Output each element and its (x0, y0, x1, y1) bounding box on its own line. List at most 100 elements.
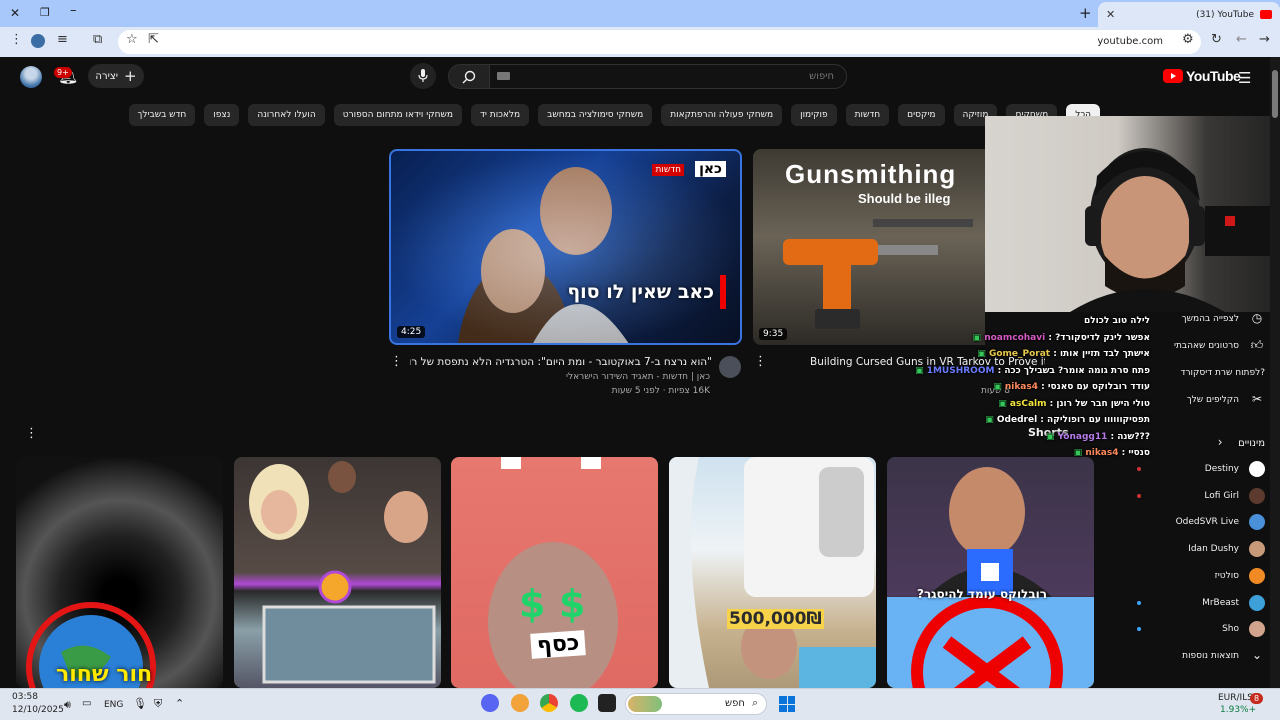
streamer-webcam-art (1070, 148, 1280, 312)
bookmark-star-icon[interactable]: ☆ (126, 32, 138, 47)
media-icon[interactable]: ≡ (57, 32, 68, 47)
avatar[interactable] (20, 66, 42, 88)
chat-badge-icon: ▣ (977, 349, 989, 359)
subscription-item[interactable]: סולטיז (1105, 564, 1265, 588)
video-more-icon[interactable]: ⋮ (390, 354, 403, 369)
chat-separator: : (1118, 448, 1129, 458)
window-close-icon[interactable]: ✕ (10, 6, 20, 20)
chevron-up-icon[interactable]: ⌃ (175, 697, 184, 710)
filter-chip[interactable]: משחקי וידאו מתחום הספורט (333, 104, 462, 126)
plus-icon: + (124, 67, 137, 85)
tab-youtube[interactable]: (31) YouTube ✕ (1098, 2, 1280, 27)
overlay-accent-bar (720, 275, 726, 309)
taskbar-date[interactable]: 12/10/2025 (12, 705, 64, 715)
taskbar-time[interactable]: 03:58 (12, 692, 38, 702)
windows-start-icon[interactable] (779, 696, 795, 712)
video-thumbnail[interactable]: כאן חדשות כאב שאין לו סוף 4:25 (389, 149, 742, 345)
filter-chip[interactable]: מלאכות יד (471, 104, 530, 126)
subscription-item[interactable]: Idan Dushy (1105, 537, 1265, 561)
chat-badge-icon: ▣ (1073, 448, 1086, 458)
forward-icon[interactable]: ← (1236, 32, 1247, 47)
video-title[interactable]: "הוא נרצח ב-7 באוקטובר - ומת היום": הטרג… (410, 356, 712, 368)
profile-icon[interactable] (31, 34, 45, 48)
network-icon[interactable]: ▭ (82, 698, 91, 709)
create-button[interactable]: יצירה + (88, 64, 144, 88)
filter-chip[interactable]: חדש בשבילך (128, 104, 196, 126)
subscription-item[interactable]: Destiny (1105, 457, 1265, 481)
reload-icon[interactable]: ↻ (1211, 32, 1222, 47)
subscription-name: Idan Dushy (1188, 544, 1239, 555)
keyboard-icon[interactable] (497, 72, 510, 80)
short-card[interactable]: רובלוקס עומד להיסגר? (887, 457, 1094, 688)
guide-menu-icon[interactable]: ☰ (1238, 69, 1251, 87)
channel-avatar[interactable] (719, 356, 741, 378)
filter-chip[interactable]: משחקי פעולה והרפתקאות (661, 104, 783, 126)
chat-message: פתח סרת גומה אומר? בשבילך ככה : 1MUSHROO… (915, 366, 1150, 376)
subscription-item[interactable]: MrBeast (1105, 591, 1265, 615)
chrome-icon[interactable] (540, 694, 558, 712)
shield-icon[interactable]: ⛨ (154, 697, 162, 711)
chat-badge-icon: ▣ (985, 415, 997, 425)
chat-separator: : (1050, 349, 1060, 359)
discord-icon[interactable] (481, 694, 499, 712)
sidebar-item-label: סרטונים שאהבתי (1173, 341, 1239, 351)
tab-close-icon[interactable]: ✕ (1106, 8, 1115, 21)
short-card[interactable]: 500,000₪ (669, 457, 876, 688)
video-duration: 9:35 (759, 328, 788, 340)
mic-tray-icon[interactable]: 🎙︎ (133, 697, 147, 710)
chat-badge-icon: ▣ (972, 332, 985, 343)
video-thumbnail[interactable]: Gunsmithing Should be illeg 9:35 (753, 149, 985, 345)
chat-separator: : (994, 365, 1005, 376)
filter-chip[interactable]: פוקימון (791, 104, 837, 126)
short-card[interactable]: $ $ כסף (451, 457, 658, 688)
ticker-name[interactable]: EUR/ILS (1218, 693, 1253, 703)
terminal-icon[interactable] (598, 694, 616, 712)
chat-badge-icon: ▣ (915, 365, 927, 376)
language-indicator[interactable]: ENG (104, 700, 123, 710)
short-card[interactable] (234, 457, 441, 688)
scrollbar-thumb[interactable] (1272, 70, 1278, 118)
filter-chip[interactable]: נצפו (204, 104, 240, 126)
voice-search-button[interactable] (410, 63, 436, 89)
black-hole-art (26, 602, 156, 688)
chat-username: asCalm (1009, 398, 1047, 409)
shorts-more-icon[interactable]: ⋮ (25, 426, 38, 441)
filter-chip[interactable]: מיקסים (898, 104, 945, 126)
chat-separator: : (1107, 431, 1118, 442)
window-minimize-icon[interactable]: – (70, 3, 77, 18)
site-settings-icon[interactable]: ⚙ (1182, 32, 1194, 47)
video-more-icon[interactable]: ⋮ (754, 354, 767, 369)
browser-menu-icon[interactable]: ⋮ (10, 32, 23, 47)
app-icon[interactable] (511, 694, 529, 712)
live-indicator (1137, 600, 1141, 605)
tab-title: (31) YouTube (1196, 9, 1254, 20)
search-button[interactable] (448, 64, 490, 89)
window-restore-icon[interactable]: ❐ (40, 6, 50, 19)
filter-chip[interactable]: חדשות (845, 104, 890, 126)
short-card[interactable]: חור שחור (16, 457, 223, 688)
back-icon[interactable]: → (1259, 32, 1270, 47)
show-more-button[interactable]: תוצאות נוספות ⌄ (1105, 644, 1265, 668)
new-tab-icon[interactable]: + (1079, 4, 1092, 22)
subscription-avatar (1249, 567, 1265, 584)
chat-message-text: תפסיקוווווו עם רופוליקה (1047, 415, 1150, 425)
volume-icon[interactable]: 🔊︎ (64, 698, 71, 712)
share-icon[interactable]: ⇱ (148, 32, 159, 47)
filter-chip[interactable]: הועלו לאחרונה (248, 104, 325, 126)
chat-username: Odedrel (996, 415, 1038, 425)
page-scrollbar[interactable] (1270, 57, 1280, 688)
video-channel[interactable]: כאן | חדשות - תאגיד השידור הישראלי (420, 372, 710, 382)
filter-chip[interactable]: משחקי סימולציה במחשב (538, 104, 653, 126)
youtube-logo[interactable]: YouTube (1163, 68, 1241, 84)
subscription-item[interactable]: Lofi Girl (1105, 484, 1265, 508)
search-input[interactable] (489, 64, 847, 89)
subscription-item[interactable]: OdedSVR Live (1105, 510, 1265, 534)
thumbnail-overlay-text: כאב שאין לו סוף (567, 281, 714, 303)
chat-username: 1MUSHROOM (926, 365, 995, 376)
notification-count-badge[interactable]: 8 (1250, 693, 1264, 704)
subscription-item[interactable]: Sho (1105, 617, 1265, 641)
show-more-label: תוצאות נוספות (1182, 651, 1239, 661)
spotify-icon[interactable] (570, 694, 588, 712)
address-bar[interactable]: youtube.com (118, 30, 1201, 54)
extensions-icon[interactable]: ⧉ (93, 32, 102, 47)
